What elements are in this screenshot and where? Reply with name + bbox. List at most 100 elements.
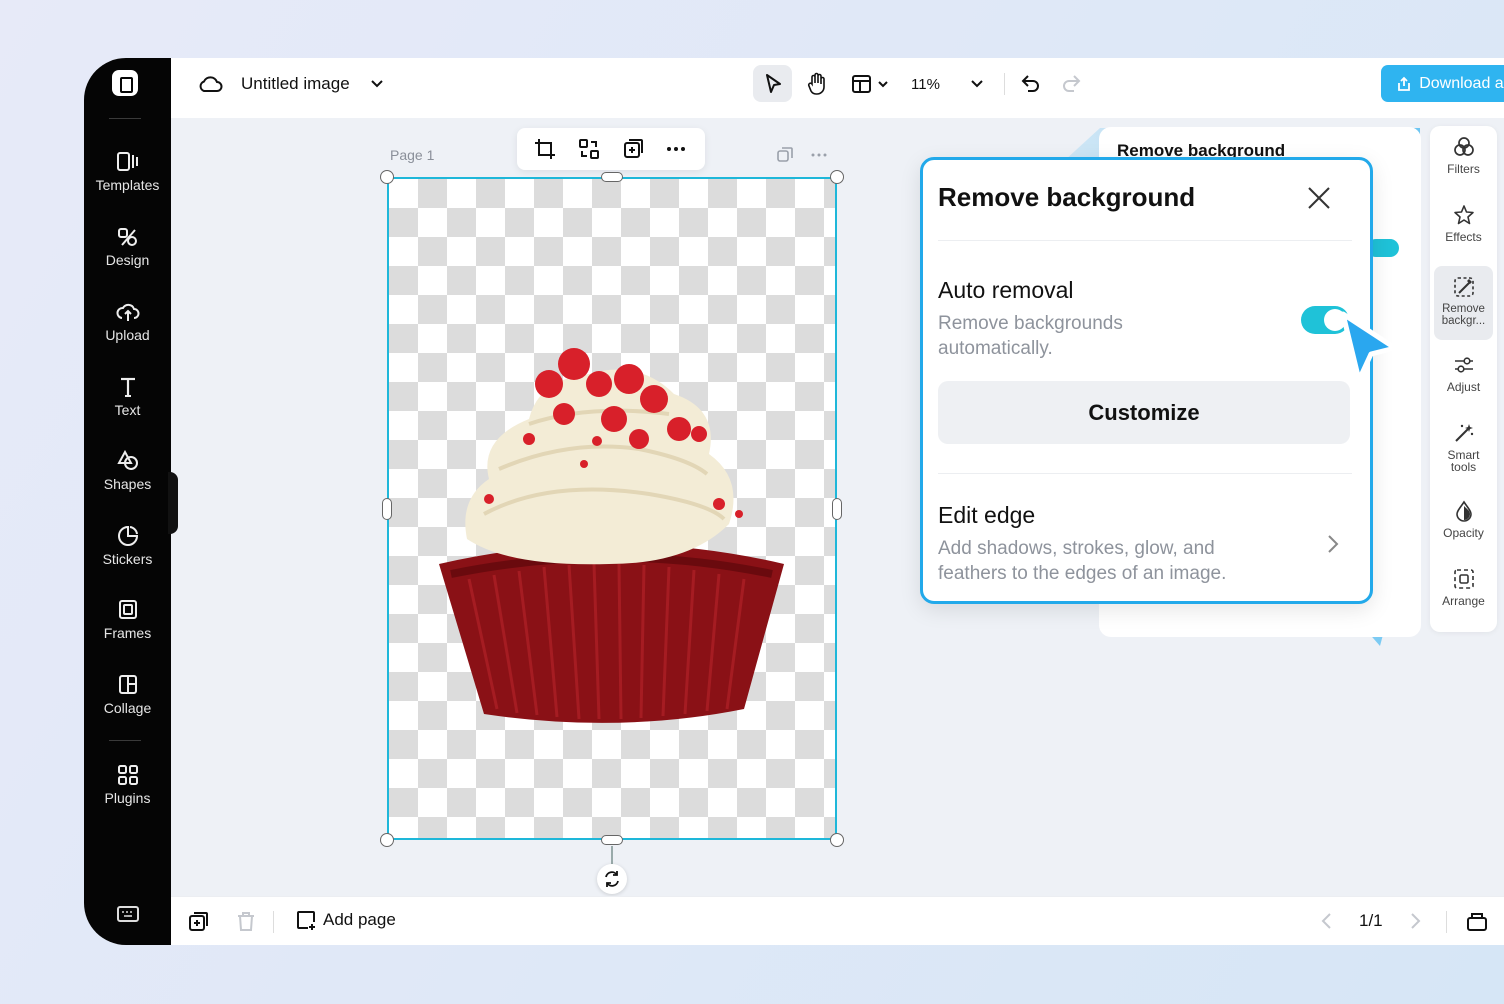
add-page-button[interactable]: Add page [295, 909, 396, 931]
resize-handle-bottom-left[interactable] [380, 833, 394, 847]
resize-handle-bottom-right[interactable] [830, 833, 844, 847]
sidebar-item-upload[interactable]: Upload [84, 301, 171, 343]
templates-icon [116, 152, 138, 171]
close-icon [1308, 187, 1330, 209]
more-icon [667, 147, 685, 151]
resize-handle-top[interactable] [601, 172, 623, 182]
sidebar-item-label: Templates [95, 177, 160, 193]
resize-handle-bottom[interactable] [601, 835, 623, 845]
replace-icon [579, 139, 599, 159]
crop-button[interactable] [534, 138, 556, 160]
panel-divider [938, 240, 1352, 241]
resize-handle-top-left[interactable] [380, 170, 394, 184]
tool-arrange[interactable]: Arrange [1434, 568, 1493, 624]
download-all-button[interactable]: Download all [1381, 65, 1504, 102]
previous-page-button[interactable] [1317, 911, 1337, 931]
delete-page-button[interactable] [235, 911, 257, 933]
resize-handle-top-right[interactable] [830, 170, 844, 184]
sidebar-item-stickers[interactable]: Stickers [84, 525, 171, 567]
rotate-icon [605, 871, 619, 887]
edit-edge-description: Add shadows, strokes, glow, and feathers… [938, 538, 1227, 584]
rotate-handle[interactable] [597, 864, 627, 894]
resize-handle-left[interactable] [382, 498, 392, 520]
sidebar-item-label: Text [114, 402, 141, 418]
keyboard-shortcuts-button[interactable] [84, 904, 171, 928]
sidebar-item-label: Collage [103, 700, 152, 716]
cupcake-image[interactable] [389, 179, 835, 838]
customize-label: Customize [1088, 399, 1200, 425]
chevron-down-icon[interactable] [367, 74, 387, 94]
tool-adjust[interactable]: Adjust [1434, 354, 1493, 410]
resize-handle-right[interactable] [832, 498, 842, 520]
customize-button[interactable]: Customize [938, 381, 1350, 444]
select-tool-button[interactable] [753, 65, 792, 102]
tool-effects[interactable]: Effects [1434, 204, 1493, 260]
app-logo[interactable] [112, 70, 138, 96]
tool-remove-background[interactable]: Remove backgr... [1434, 266, 1493, 340]
next-page-button[interactable] [1405, 911, 1425, 931]
zoom-dropdown-icon[interactable] [967, 74, 987, 94]
more-options-button[interactable] [665, 138, 687, 160]
pages-icon [1467, 913, 1487, 931]
artboard-page-1[interactable] [387, 177, 837, 840]
collage-icon [118, 675, 137, 694]
tool-smart-tools[interactable]: Smart tools [1434, 422, 1493, 488]
bottom-divider [273, 911, 274, 933]
rotate-connector [611, 846, 613, 864]
sidebar-item-text[interactable]: Text [84, 376, 171, 418]
download-all-label: Download all [1419, 74, 1504, 92]
sidebar-item-label: Stickers [102, 551, 153, 567]
sidebar-divider [109, 740, 141, 741]
duplicate-page-icon [189, 912, 208, 931]
undo-button[interactable] [1017, 70, 1043, 96]
text-icon [120, 377, 135, 397]
sidebar-item-shapes[interactable]: Shapes [84, 450, 171, 492]
document-title[interactable]: Untitled image [241, 72, 350, 96]
sidebar-item-collage[interactable]: Collage [84, 674, 171, 716]
frames-icon [118, 600, 137, 619]
add-page-copy-button[interactable] [187, 911, 209, 933]
design-icon [117, 228, 137, 246]
edit-edge-heading[interactable]: Edit edge [938, 502, 1035, 529]
sidebar-item-label: Design [105, 252, 150, 268]
page-manager-button[interactable] [1466, 910, 1488, 932]
redo-button[interactable] [1059, 70, 1085, 96]
opacity-icon [1455, 500, 1472, 522]
hand-tool-button[interactable] [797, 65, 836, 102]
sidebar-item-frames[interactable]: Frames [84, 599, 171, 641]
right-tools-panel: Filters Effects Remove backgr... Adjust … [1430, 126, 1497, 632]
page-more-button[interactable] [810, 146, 828, 169]
page-copy-button[interactable] [776, 146, 794, 169]
zoom-level[interactable]: 11% [911, 72, 940, 96]
smart-tools-icon [1454, 424, 1473, 442]
duplicate-button[interactable] [622, 138, 644, 160]
remove-background-panel: Remove background Auto removal Remove ba… [920, 157, 1373, 604]
edit-edge-chevron-right-icon[interactable] [1326, 533, 1340, 560]
layout-menu-button[interactable] [847, 65, 895, 102]
tool-opacity[interactable]: Opacity [1434, 500, 1493, 556]
tool-label: Smart tools [1447, 448, 1480, 474]
sidebar-item-design[interactable]: Design [84, 226, 171, 268]
auto-removal-description: Remove backgrounds automatically. [938, 313, 1123, 359]
tool-filters[interactable]: Filters [1434, 136, 1493, 192]
hand-icon [807, 72, 825, 95]
add-page-label: Add page [323, 910, 396, 929]
replace-button[interactable] [578, 138, 600, 160]
keyboard-icon [116, 906, 139, 922]
sidebar-item-templates[interactable]: Templates [84, 151, 171, 193]
sidebar-item-label: Plugins [104, 790, 151, 806]
crop-icon [535, 139, 555, 159]
copy-page-icon [777, 147, 793, 162]
sidebar-divider [109, 118, 141, 119]
chevron-right-icon [1411, 913, 1421, 929]
left-sidebar: Templates Design Upload Text Shapes Stic… [84, 58, 171, 945]
tool-label: Opacity [1443, 526, 1484, 540]
close-panel-button[interactable] [1306, 185, 1332, 211]
tool-label: Filters [1447, 162, 1480, 176]
add-page-icon [297, 911, 315, 930]
auto-removal-heading: Auto removal [938, 277, 1074, 303]
panel-title: Remove background [938, 182, 1196, 212]
sidebar-collapse-handle[interactable] [168, 472, 178, 534]
cloud-save-icon[interactable] [195, 72, 225, 96]
sidebar-item-plugins[interactable]: Plugins [84, 764, 171, 806]
